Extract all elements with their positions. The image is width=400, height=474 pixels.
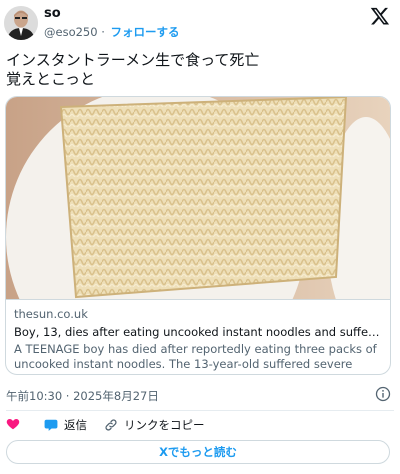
speech-bubble-icon: [44, 419, 58, 431]
author-handle-row: @eso250 · フォローする: [44, 24, 180, 40]
avatar-photo: [4, 6, 38, 40]
copy-link-button[interactable]: リンクをコピー: [104, 417, 205, 433]
tweet-actions: 返信 リンクをコピー: [0, 414, 400, 436]
tweet-text-line-1: インスタントラーメン生で食って死亡: [6, 51, 260, 69]
card-description: A TEENAGE boy has died after reportedly …: [14, 342, 377, 371]
tweet-text: インスタントラーメン生で食って死亡 覚えとこっと: [6, 51, 394, 89]
follow-button[interactable]: フォローする: [111, 25, 180, 39]
reply-button[interactable]: 返信: [44, 417, 87, 433]
like-button[interactable]: [6, 417, 20, 431]
avatar[interactable]: [4, 6, 38, 40]
card-title[interactable]: Boy, 13, dies after eating uncooked inst…: [14, 325, 384, 339]
tweet-header: so @eso250 · フォローする: [0, 0, 400, 44]
reply-label: 返信: [64, 418, 87, 432]
handle-separator: ·: [101, 25, 105, 39]
info-icon[interactable]: [375, 386, 391, 402]
author-name[interactable]: so: [44, 6, 61, 21]
author-handle[interactable]: @eso250: [44, 25, 98, 39]
card-image[interactable]: [6, 97, 390, 299]
x-logo-icon[interactable]: [370, 6, 390, 26]
heart-icon: [6, 419, 20, 430]
link-icon: [105, 419, 117, 431]
card-domain: thesun.co.uk: [14, 307, 88, 321]
divider: [6, 410, 394, 411]
copy-link-label: リンクをコピー: [124, 418, 205, 432]
read-more-button[interactable]: Xでもっと読む: [6, 440, 390, 464]
tweet-timestamp[interactable]: 午前10:30 · 2025年8月27日: [6, 388, 159, 404]
tweet-text-line-2: 覚えとこっと: [6, 70, 95, 88]
card-separator: [6, 299, 390, 300]
link-card[interactable]: thesun.co.uk Boy, 13, dies after eating …: [5, 96, 391, 375]
